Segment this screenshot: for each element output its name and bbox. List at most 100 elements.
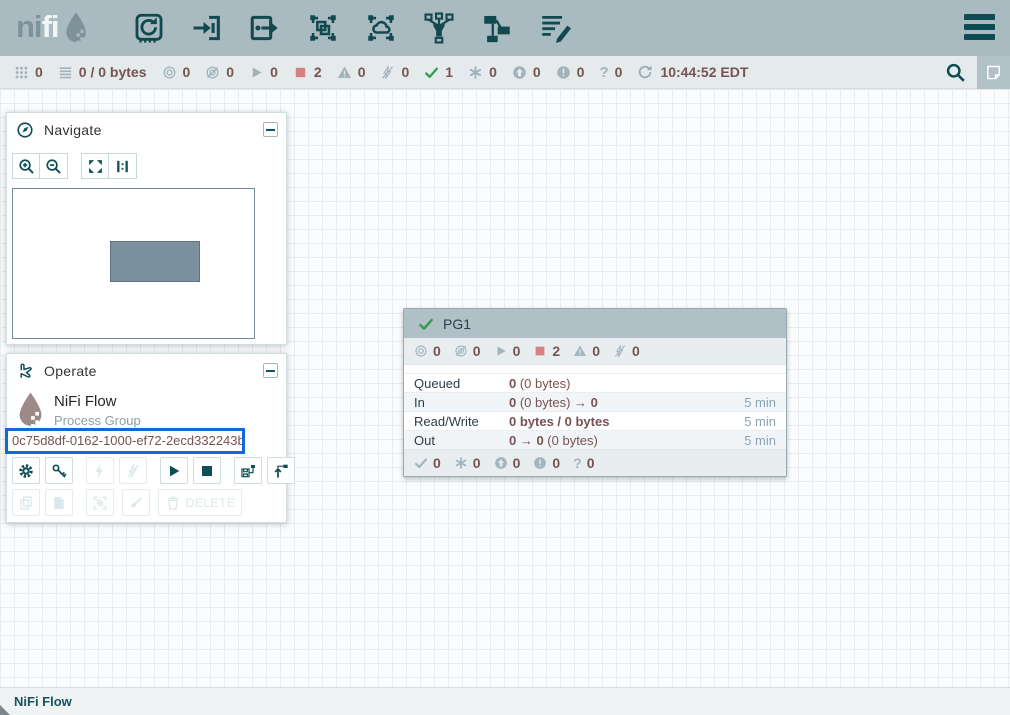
breadcrumb-resize-grip[interactable] [0,705,10,715]
transmitting-icon [162,65,177,80]
active-threads-count: 0 [14,64,43,80]
stale-icon [494,456,508,470]
save-template-icon [240,463,256,479]
invalid-icon [337,65,352,80]
process-group-drop-icon [16,391,45,428]
collapse-operate-button[interactable] [263,363,278,378]
remote-process-group-icon[interactable] [364,11,398,45]
process-group-name: PG1 [443,316,471,332]
nifi-droplet-icon [63,11,89,44]
stat-row-queued: Queued 0 (0 bytes) [404,373,786,392]
sync-failure-icon: ? [573,456,582,471]
hamburger-menu-icon[interactable] [964,14,995,44]
process-group-pg1[interactable]: PG1 0 0 0 2 0 0 Queued 0 (0 bytes) In 0 … [403,308,787,477]
invalid-icon [573,344,587,358]
operate-panel-title: Operate [44,363,97,379]
process-group-header: PG1 [404,309,786,338]
fit-icon [87,158,104,175]
gear-icon [18,463,34,479]
running-count: 0 [494,343,521,359]
configuration-button[interactable] [12,457,40,484]
refresh-time: 10:44:52 EDT [637,64,748,80]
label-icon[interactable] [538,11,572,45]
locally-modified-stale-count: 0 [556,64,585,80]
logo-text-ni: ni [16,9,42,45]
navigate-panel: Navigate [6,112,287,345]
nifi-logo: nifi [16,9,89,45]
birdseye-minimap[interactable] [12,188,255,339]
upload-template-icon [273,463,289,479]
stop-icon [199,463,215,479]
collapse-navigate-button[interactable] [263,122,278,137]
create-template-button[interactable] [234,457,262,484]
up-to-date-count: 1 [424,64,453,80]
sync-failure-count: ?0 [599,64,622,80]
input-port-icon[interactable] [190,11,224,45]
transmitting-icon [414,344,428,358]
search-icon[interactable] [945,62,966,83]
zoom-fit-button[interactable] [81,153,109,179]
new-canvas-note-button[interactable] [977,56,1010,89]
queued-count: 0 / 0 bytes [58,64,147,80]
output-port-icon[interactable] [248,11,282,45]
up-to-date-icon [418,316,434,332]
top-toolbar: nifi [0,0,1010,56]
delete-button-label: DELETE [186,496,236,510]
operate-panel: Operate NiFi Flow Process Group 0c75d8df… [6,353,287,523]
zoom-out-button[interactable] [40,153,68,179]
locally-modified-stale-icon [556,65,571,80]
zoom-actual-size-button[interactable] [109,153,137,179]
access-policies-button[interactable] [45,457,73,484]
stat-row-out: Out 0 → 0 (0 bytes) 5 min [404,430,786,449]
stale-count: 0 [494,455,521,471]
flow-status-bar: 0 0 / 0 bytes 0 0 0 2 0 0 1 0 0 0 ?0 10:… [0,56,1010,89]
processor-icon[interactable] [132,11,166,45]
stop-button[interactable] [193,457,221,484]
breadcrumb-bar: NiFi Flow [0,687,1010,715]
flow-id-field[interactable]: 0c75d8df-0162-1000-ef72-2ecd332243b6 [5,428,245,454]
stopped-icon [293,65,308,80]
key-icon [51,463,67,479]
selected-flow-type: Process Group [54,413,141,428]
stat-row-in: In 0 (0 bytes) → 0 5 min [404,392,786,411]
change-color-button[interactable] [122,489,150,516]
stat-row-read-write: Read/Write 0 bytes / 0 bytes 5 min [404,411,786,430]
one-to-one-icon [114,158,131,175]
copy-button[interactable] [12,489,40,516]
zoom-in-icon [18,158,35,175]
paste-icon [51,495,67,511]
transmitting-count: 0 [162,64,191,80]
enable-button[interactable] [86,457,114,484]
up-to-date-icon [414,456,428,470]
upload-template-button[interactable] [267,457,295,484]
running-icon [494,344,508,358]
not-transmitting-count: 0 [205,64,234,80]
zoom-in-button[interactable] [12,153,40,179]
stopped-count: 2 [533,343,560,359]
hand-icon [16,362,34,380]
process-group-stats: Queued 0 (0 bytes) In 0 (0 bytes) → 0 5 … [404,366,786,449]
process-group-icon[interactable] [306,11,340,45]
funnel-icon[interactable] [422,11,456,45]
not-transmitting-icon [205,65,220,80]
running-icon [249,65,264,80]
lightning-slash-icon [125,463,141,479]
paste-button[interactable] [45,489,73,516]
group-icon [92,495,108,511]
template-icon[interactable] [480,11,514,45]
stale-icon [512,65,527,80]
start-button[interactable] [160,457,188,484]
logo-text-fi: fi [42,9,59,45]
process-group-version-row: 0 0 0 0 ?0 [404,449,786,476]
brush-icon [128,495,144,511]
disable-button[interactable] [119,457,147,484]
zoom-out-icon [45,158,62,175]
not-transmitting-icon [454,344,468,358]
locally-modified-icon [468,65,483,80]
breadcrumb-root[interactable]: NiFi Flow [14,694,72,709]
play-icon [166,463,182,479]
refresh-icon[interactable] [637,64,653,80]
delete-button[interactable]: DELETE [158,489,242,516]
note-icon [985,64,1002,81]
group-button[interactable] [86,489,114,516]
